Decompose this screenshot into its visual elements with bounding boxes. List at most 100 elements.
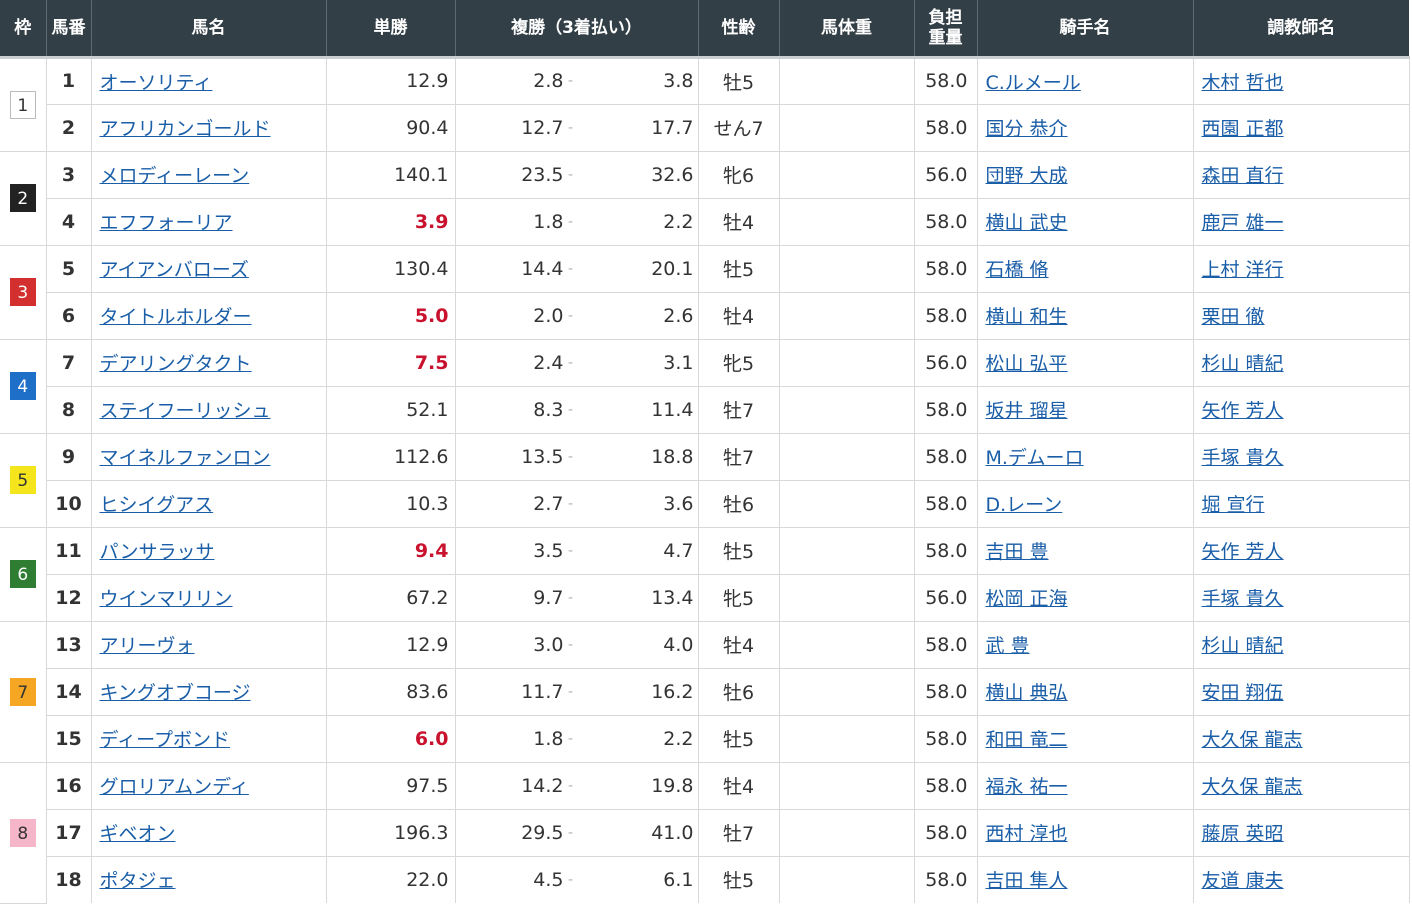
jockey-link[interactable]: 横山 武史 — [986, 212, 1068, 234]
trainer-cell: 西園 正都 — [1193, 104, 1410, 152]
jockey-link[interactable]: 団野 大成 — [986, 165, 1068, 187]
horse-number: 2 — [46, 104, 92, 152]
trainer-link[interactable]: 矢作 芳人 — [1202, 400, 1284, 422]
place-odds-high: 4.7 — [663, 539, 694, 562]
kinryo: 58.0 — [914, 386, 978, 434]
trainer-cell: 大久保 龍志 — [1193, 715, 1410, 763]
place-odds-cell: 2.8- 3.8 — [455, 57, 699, 105]
jockey-link[interactable]: 坂井 瑠星 — [986, 400, 1068, 422]
trainer-link[interactable]: 大久保 龍志 — [1202, 776, 1303, 798]
trainer-link[interactable]: 手塚 貴久 — [1202, 447, 1284, 469]
horse-name-cell: ディープボンド — [91, 715, 327, 763]
jockey-link[interactable]: 国分 恭介 — [986, 118, 1068, 140]
jockey-link[interactable]: M.デムーロ — [986, 447, 1084, 469]
waku-badge: 1 — [9, 90, 36, 119]
jockey-link[interactable]: 福永 祐一 — [986, 776, 1068, 798]
horse-name-link[interactable]: アイアンバローズ — [100, 259, 249, 281]
trainer-link[interactable]: 杉山 晴紀 — [1202, 635, 1284, 657]
horse-name-link[interactable]: エフフォーリア — [100, 212, 233, 234]
place-odds-low: 1.8 — [533, 727, 564, 750]
header-umaban: 馬番 — [46, 0, 92, 59]
trainer-link[interactable]: 藤原 英昭 — [1202, 823, 1284, 845]
trainer-link[interactable]: 西園 正都 — [1202, 118, 1284, 140]
trainer-link[interactable]: 木村 哲也 — [1202, 72, 1284, 94]
table-row: 6 11 パンサラッサ 9.4 3.5-4.7 牡5 58.0 吉田 豊矢作 芳人 — [0, 527, 1410, 622]
place-odds-separator: - — [567, 166, 574, 183]
place-odds-separator: - — [567, 730, 574, 747]
place-odds-cell: 11.7- 16.2 — [455, 668, 699, 716]
win-odds: 52.1 — [326, 386, 456, 434]
place-odds-separator: - — [567, 495, 574, 512]
jockey-link[interactable]: 武 豊 — [986, 635, 1030, 657]
jockey-link[interactable]: 吉田 豊 — [986, 541, 1049, 563]
trainer-link[interactable]: 上村 洋行 — [1202, 259, 1284, 281]
horse-name-link[interactable]: ギベオン — [100, 823, 176, 845]
jockey-link[interactable]: C.ルメール — [986, 72, 1081, 94]
table-row: 10 ヒシイグアス 10.3 2.7- 3.6 牡6 58.0 D.レーン 堀 宣行 — [0, 480, 1410, 528]
horse-name-link[interactable]: ウインマリリン — [100, 588, 233, 610]
horse-name-link[interactable]: ステイフーリッシュ — [100, 400, 271, 422]
place-odds-high: 18.8 — [651, 445, 694, 468]
jockey-link[interactable]: 松山 弘平 — [986, 353, 1068, 375]
horse-number: 13 — [46, 621, 92, 669]
horse-name-link[interactable]: アリーヴォ — [100, 635, 195, 657]
jockey-link[interactable]: 和田 竜二 — [986, 729, 1068, 751]
waku-badge: 3 — [9, 278, 36, 306]
horse-name-link[interactable]: ヒシイグアス — [100, 494, 214, 516]
trainer-link[interactable]: 大久保 龍志 — [1202, 729, 1303, 751]
jockey-link[interactable]: 石橋 脩 — [986, 259, 1049, 281]
place-odds-low: 2.4 — [533, 351, 564, 374]
horse-name-link[interactable]: マイネルファンロン — [100, 447, 271, 469]
body-weight — [779, 809, 915, 857]
trainer-link[interactable]: 友道 康夫 — [1202, 870, 1284, 892]
horse-name-link[interactable]: グロリアムンディ — [100, 776, 249, 798]
jockey-cell: 国分 恭介 — [977, 104, 1194, 152]
waku-badge: 8 — [9, 818, 36, 847]
jockey-link[interactable]: 松岡 正海 — [986, 588, 1068, 610]
trainer-link[interactable]: 堀 宣行 — [1202, 494, 1265, 516]
trainer-link[interactable]: 鹿戸 雄一 — [1202, 212, 1284, 234]
trainer-link[interactable]: 手塚 貴久 — [1202, 588, 1284, 610]
trainer-link[interactable]: 安田 翔伍 — [1202, 682, 1284, 704]
horse-name-link[interactable]: ポタジェ — [100, 870, 176, 892]
jockey-cell: 吉田 豊 — [977, 527, 1194, 575]
table-row: 7 13 アリーヴォ 12.9 3.0-4.0 牡4 58.0 武 豊杉山 晴紀 — [0, 621, 1410, 763]
waku-cell: 2 — [0, 151, 47, 246]
place-odds-high: 4.0 — [663, 633, 694, 656]
jockey-cell: 横山 典弘 — [977, 668, 1194, 716]
table-row: 8 16 グロリアムンディ 97.5 14.2-19.8 牡4 58.0 福永 祐一 大久保 龍… — [0, 762, 1410, 904]
table-row: 4 エフフォーリア 3.9 1.8- 2.2 牡4 58.0 横山 武史 鹿戸 雄一 — [0, 198, 1410, 246]
trainer-cell: 木村 哲也 — [1193, 57, 1410, 105]
kinryo: 58.0 — [914, 715, 978, 763]
place-odds-cell: 12.7- 17.7 — [455, 104, 699, 152]
jockey-link[interactable]: 横山 典弘 — [986, 682, 1068, 704]
trainer-link[interactable]: 森田 直行 — [1202, 165, 1284, 187]
horse-name-link[interactable]: パンサラッサ — [100, 541, 215, 563]
place-odds-low: 3.5 — [533, 539, 564, 562]
horse-name-link[interactable]: メロディーレーン — [100, 165, 250, 187]
table-row: 15 ディープボンド 6.0 1.8- 2.2 牡5 58.0 和田 竜二 大久保 龍志 — [0, 715, 1410, 763]
jockey-link[interactable]: 西村 淳也 — [986, 823, 1068, 845]
place-odds-separator: - — [567, 683, 574, 700]
trainer-link[interactable]: 杉山 晴紀 — [1202, 353, 1284, 375]
jockey-link[interactable]: 横山 和生 — [986, 306, 1068, 328]
horse-name-cell: タイトルホルダー — [91, 292, 327, 340]
trainer-link[interactable]: 矢作 芳人 — [1202, 541, 1284, 563]
trainer-link[interactable]: 栗田 徹 — [1202, 306, 1265, 328]
horse-number: 5 — [46, 245, 92, 293]
horse-name-link[interactable]: ディープボンド — [100, 729, 231, 751]
place-odds-high: 3.6 — [663, 492, 694, 515]
horse-name-link[interactable]: キングオブコージ — [100, 682, 251, 704]
horse-number: 15 — [46, 715, 92, 763]
horse-name-link[interactable]: デアリングタクト — [100, 353, 252, 375]
waku-badge: 4 — [9, 372, 36, 400]
horse-name-link[interactable]: アフリカンゴールド — [100, 118, 271, 140]
place-odds-high: 3.1 — [663, 351, 694, 374]
place-odds-low: 3.0 — [533, 633, 564, 656]
jockey-link[interactable]: 吉田 隼人 — [986, 870, 1068, 892]
trainer-cell: 森田 直行 — [1193, 151, 1410, 199]
horse-name-link[interactable]: タイトルホルダー — [100, 306, 252, 328]
table-row: 14 キングオブコージ 83.6 11.7- 16.2 牡6 58.0 横山 典弘 安田 翔伍 — [0, 668, 1410, 716]
horse-name-link[interactable]: オーソリティ — [100, 72, 213, 94]
jockey-link[interactable]: D.レーン — [986, 494, 1063, 516]
